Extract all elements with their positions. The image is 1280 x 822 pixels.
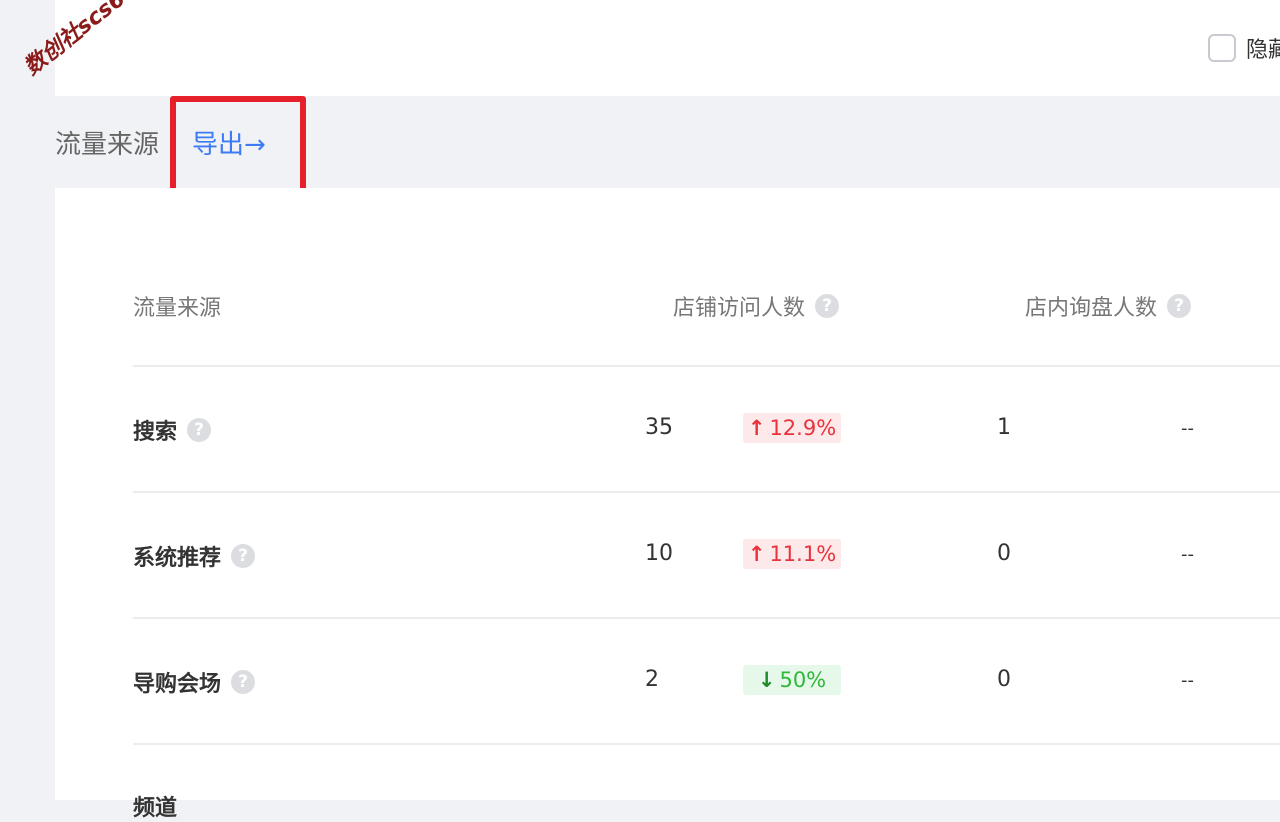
trend-badge: ↓ 50% (743, 665, 841, 695)
table-row-name: 频道 (133, 790, 177, 822)
inquiries-value: 0 (997, 667, 1011, 692)
visitors-value: 35 (645, 415, 673, 440)
help-icon[interactable]: ? (231, 544, 256, 568)
row-label: 系统推荐 (133, 546, 222, 571)
trend-value: 12.9% (769, 416, 837, 440)
table-row-name: 导购会场 ? (133, 666, 256, 698)
visitors-value: 2 (645, 667, 659, 692)
help-icon[interactable]: ? (815, 294, 840, 318)
header-source: 流量来源 (133, 290, 221, 322)
row-divider (133, 617, 1280, 619)
extra-value: -- (1181, 418, 1194, 439)
extra-value: -- (1181, 670, 1194, 691)
header-inquiries: 店内询盘人数 ? (1025, 290, 1192, 322)
hide-checkbox[interactable] (1208, 34, 1236, 62)
help-icon[interactable]: ? (1167, 294, 1192, 318)
arrow-up-icon: ↑ (747, 542, 766, 566)
trend-badge: ↑ 12.9% (743, 413, 841, 443)
header-visitors-label: 店铺访问人数 (673, 296, 806, 321)
inquiries-value: 1 (997, 415, 1011, 440)
visitors-value: 10 (645, 541, 673, 566)
row-label: 导购会场 (133, 672, 222, 697)
row-divider (133, 743, 1280, 745)
trend-badge: ↑ 11.1% (743, 539, 841, 569)
extra-value: -- (1181, 544, 1194, 565)
trend-value: 50% (779, 668, 827, 692)
help-icon[interactable]: ? (187, 418, 212, 442)
row-divider (133, 365, 1280, 367)
highlight-box (170, 96, 306, 198)
trend-value: 11.1% (769, 542, 837, 566)
top-card (55, 0, 1280, 97)
table-card (55, 188, 1280, 800)
header-source-label: 流量来源 (133, 296, 222, 321)
table-row-name: 搜索 ? (133, 414, 212, 446)
header-inquiries-label: 店内询盘人数 (1025, 296, 1158, 321)
section-title: 流量来源 (55, 130, 160, 160)
help-icon[interactable]: ? (231, 670, 256, 694)
row-divider (133, 491, 1280, 493)
arrow-up-icon: ↑ (747, 416, 766, 440)
inquiries-value: 0 (997, 541, 1011, 566)
hide-label: 隐藏 (1246, 38, 1280, 63)
row-label: 搜索 (133, 420, 178, 445)
row-label: 频道 (133, 796, 178, 821)
header-visitors: 店铺访问人数 ? (673, 290, 840, 322)
arrow-down-icon: ↓ (757, 668, 776, 692)
hide-toggle[interactable]: 隐藏 (1208, 32, 1280, 64)
table-row-name: 系统推荐 ? (133, 540, 256, 572)
